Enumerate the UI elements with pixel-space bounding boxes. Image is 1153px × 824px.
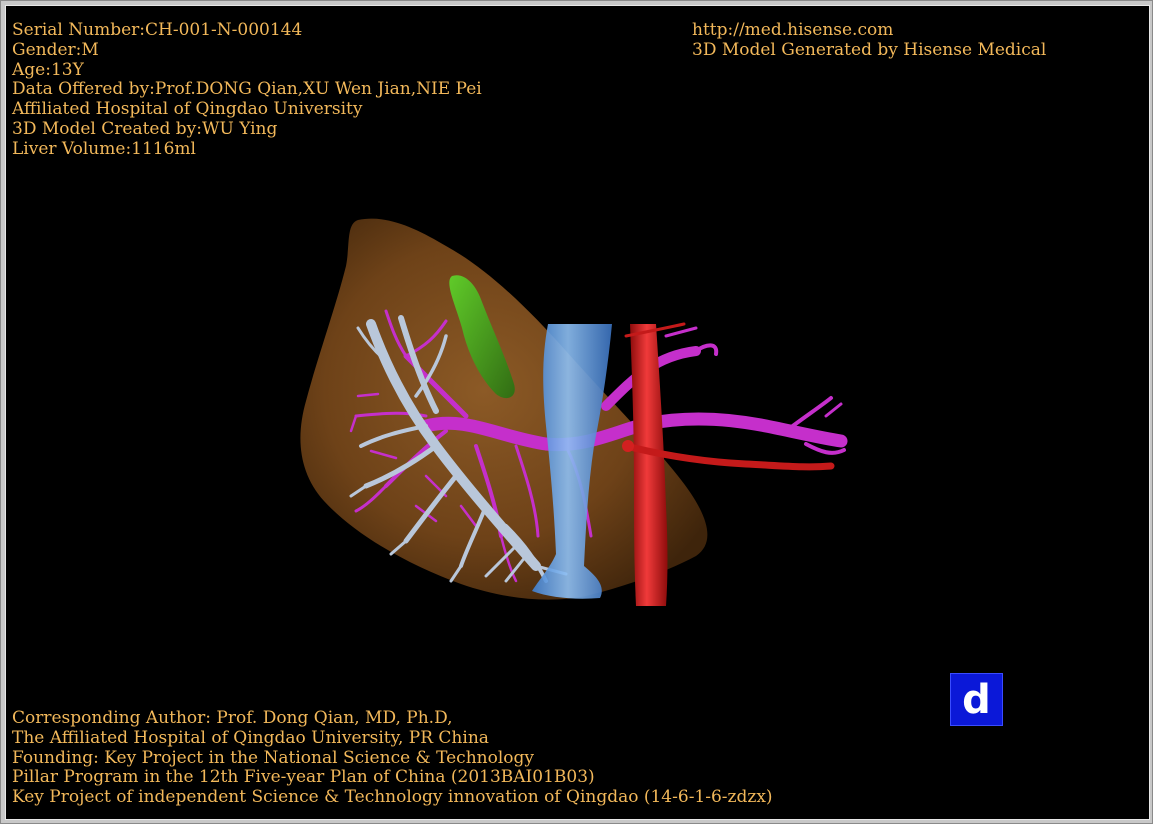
liver-volume: Liver Volume:1116ml (12, 138, 196, 159)
gender: Gender:M (12, 39, 99, 60)
credit-line-1: Corresponding Author: Prof. Dong Qian, M… (12, 708, 453, 728)
case-info: Serial Number:CH-001-N-000144 Gender:M A… (12, 20, 482, 160)
view-label: d (962, 676, 991, 723)
credit-line-3: Founding: Key Project in the National Sc… (12, 747, 534, 768)
credit-line-2: The Affiliated Hospital of Qingdao Unive… (12, 727, 489, 748)
3d-viewport[interactable]: Serial Number:CH-001-N-000144 Gender:M A… (5, 5, 1150, 820)
age: Age:13Y (12, 59, 84, 80)
credit-line-5: Key Project of independent Science & Tec… (12, 787, 773, 808)
credits: Corresponding Author: Prof. Dong Qian, M… (12, 708, 773, 808)
view-label-badge: d (950, 673, 1003, 726)
aorta[interactable] (622, 322, 835, 606)
model-created-by: 3D Model Created by:WU Ying (12, 118, 278, 139)
data-offered-by: Data Offered by:Prof.DONG Qian,XU Wen Ji… (12, 79, 482, 100)
serial-number: Serial Number:CH-001-N-000144 (12, 20, 303, 40)
vendor-info: http://med.hisense.com 3D Model Generate… (692, 20, 1047, 61)
vendor-url: http://med.hisense.com (692, 20, 894, 40)
hospital: Affiliated Hospital of Qingdao Universit… (12, 99, 363, 120)
window-frame: Serial Number:CH-001-N-000144 Gender:M A… (0, 0, 1153, 824)
generated-by: 3D Model Generated by Hisense Medical (692, 39, 1047, 60)
credit-line-4: Pillar Program in the 12th Five-year Pla… (12, 767, 595, 788)
